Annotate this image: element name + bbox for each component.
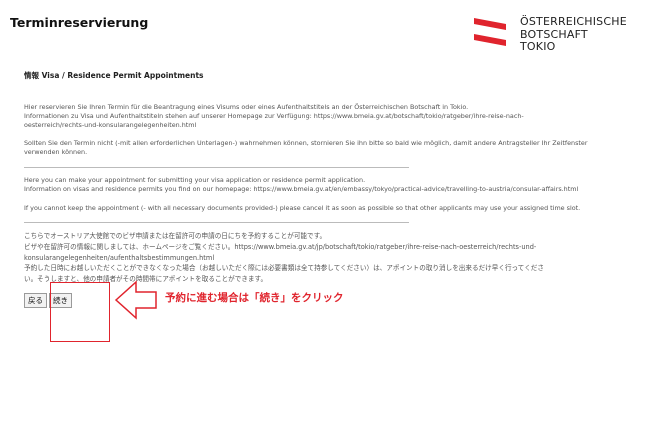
main-content: 情報 Visa / Residence Permit Appointments …: [24, 70, 644, 294]
continue-highlight-box: [50, 282, 110, 342]
back-button[interactable]: 戻る: [24, 293, 47, 308]
page: Terminreservierung ÖSTERREICHISCHE BOTSC…: [0, 0, 658, 444]
section-title: 情報 Visa / Residence Permit Appointments: [24, 71, 204, 80]
german-cancel-paragraph: Sollten Sie den Termin nicht (-mit allen…: [24, 139, 588, 157]
arrow-left-icon: [114, 280, 157, 320]
logo-line-1: ÖSTERREICHISCHE: [520, 15, 627, 28]
english-info-paragraph: Here you can make your appointment for s…: [24, 175, 579, 193]
page-title: Terminreservierung: [10, 15, 149, 30]
logo-text: ÖSTERREICHISCHE BOTSCHAFT TOKIO: [520, 15, 627, 54]
english-cancel-paragraph: If you cannot keep the appointment (- wi…: [24, 203, 581, 212]
instruction-annotation: 予約に進む場合は「続き」をクリック: [165, 292, 344, 304]
japanese-info-paragraph: こちらでオーストリア大使館でのビザ申請または在留許可の申請の日にちを予約すること…: [24, 232, 544, 283]
logo-line-3: TOKIO: [520, 40, 556, 53]
divider: [24, 222, 409, 224]
german-info-paragraph: Hier reservieren Sie Ihren Termin für di…: [24, 103, 524, 129]
embassy-logo: ÖSTERREICHISCHE BOTSCHAFT TOKIO: [472, 10, 652, 58]
austrian-flag-logo-icon: [474, 18, 506, 46]
divider: [24, 166, 409, 168]
